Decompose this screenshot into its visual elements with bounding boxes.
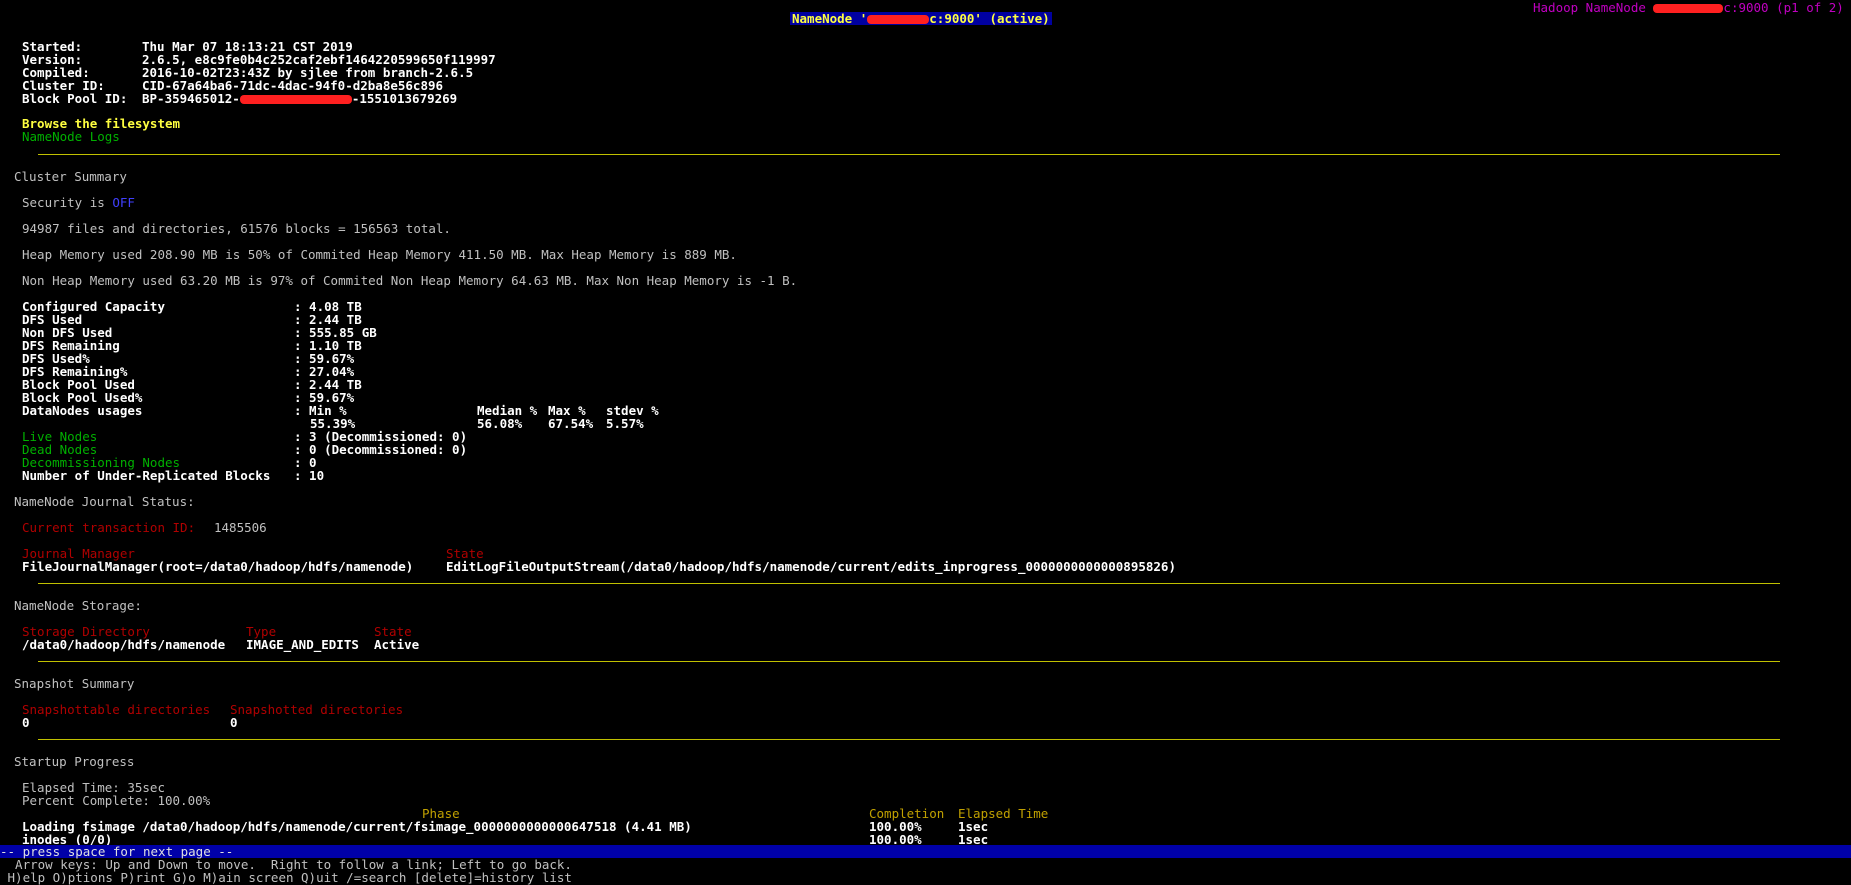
divider — [38, 583, 1780, 584]
browser-title: Hadoop NameNode c:9000 (p1 of 2) — [1533, 0, 1844, 15]
txid-label: Current transaction ID: — [22, 520, 196, 535]
security-value: OFF — [112, 195, 135, 210]
usages-stdev-value: 5.57% — [606, 416, 644, 431]
usages-median-value: 56.08% — [477, 416, 523, 431]
usages-max-value: 67.54% — [548, 416, 594, 431]
snapshot-val-snapshottable: 0 — [22, 715, 30, 730]
namenode-logs-link[interactable]: NameNode Logs — [22, 130, 120, 143]
redacted-host — [867, 15, 930, 24]
divider — [38, 739, 1780, 740]
journal-heading: NameNode Journal Status: — [14, 494, 195, 509]
txid-value: 1485506 — [214, 520, 267, 535]
divider — [38, 661, 1780, 662]
storage-heading: NameNode Storage: — [14, 598, 142, 613]
cluster-summary-heading: Cluster Summary — [14, 169, 127, 184]
storage-state-value: Active — [374, 637, 420, 652]
snapshot-heading: Snapshot Summary — [14, 676, 135, 691]
non-heap-memory-summary: Non Heap Memory used 63.20 MB is 97% of … — [22, 273, 798, 288]
heap-memory-summary: Heap Memory used 208.90 MB is 50% of Com… — [22, 247, 737, 262]
page-title: NameNode ' c:9000' (active) — [790, 11, 1052, 26]
divider — [38, 154, 1780, 155]
snapshot-val-snapshotted: 0 — [230, 715, 238, 730]
journal-manager-value: FileJournalManager(root=/data0/hadoop/hd… — [22, 559, 414, 574]
info-block-pool-label: Block Pool ID: — [22, 91, 128, 106]
startup-percent: Percent Complete: 100.00% — [22, 793, 211, 808]
capacity-label: DataNodes usages — [22, 403, 143, 418]
security-status: Security is OFF — [22, 195, 135, 210]
help-line-commands: H)elp O)ptions P)rint G)o M)ain screen Q… — [0, 870, 572, 885]
journal-state-value: EditLogFileOutputStream(/data0/hadoop/hd… — [446, 559, 1176, 574]
snapshot-col-snapshottable: Snapshottable directories — [22, 702, 211, 717]
startup-heading: Startup Progress — [14, 754, 135, 769]
under-replicated-value: : 10 — [294, 468, 325, 483]
dead-nodes-value: : 0 (Decommissioned: 0) — [294, 442, 468, 457]
startup-row-phase: Loading fsimage /data0/hadoop/hdfs/namen… — [22, 819, 692, 834]
redacted-host — [1653, 4, 1724, 13]
info-block-pool-value: BP-359465012- -1551013679269 — [142, 91, 458, 106]
storage-dir-value: /data0/hadoop/hdfs/namenode — [22, 637, 226, 652]
under-replicated-label: Number of Under-Replicated Blocks — [22, 468, 271, 483]
redacted-ip — [239, 95, 352, 104]
storage-type-value: IMAGE_AND_EDITS — [246, 637, 359, 652]
snapshot-col-snapshotted: Snapshotted directories — [230, 702, 404, 717]
files-summary: 94987 files and directories, 61576 block… — [22, 221, 451, 236]
